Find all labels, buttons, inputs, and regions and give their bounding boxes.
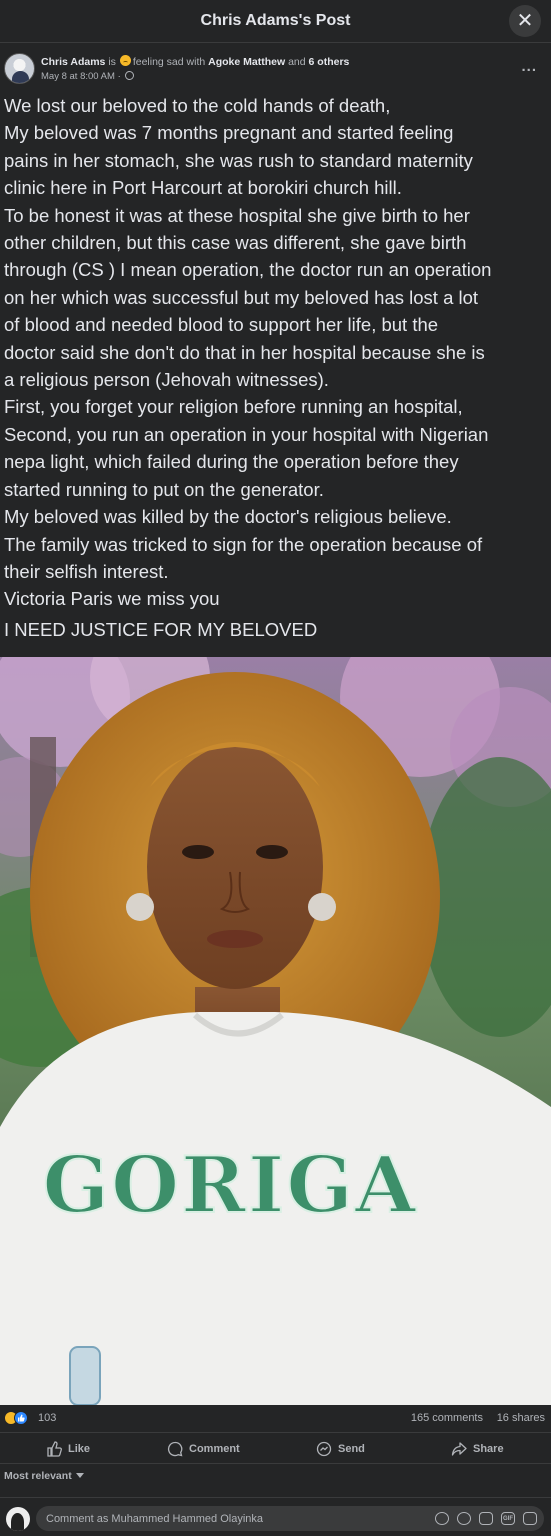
post-photo[interactable]: GORIGA bbox=[0, 657, 551, 1405]
post-date[interactable]: May 8 at 8:00 AM bbox=[41, 71, 115, 82]
post-header: Chris Adams is feeling sad with Agoke Ma… bbox=[0, 48, 551, 88]
post-text-line: To be honest it was at these hospital sh… bbox=[4, 204, 470, 226]
comment-label: Comment bbox=[189, 1443, 240, 1455]
post-text-line: Second, you run an operation in your hos… bbox=[4, 423, 489, 445]
tagged-others[interactable]: 6 others bbox=[309, 56, 350, 68]
post-text-line: their selfish interest. bbox=[4, 560, 169, 582]
post-text-line: on her which was successful but my belov… bbox=[4, 286, 479, 308]
post-stats: 103 165 comments 16 shares bbox=[0, 1407, 551, 1429]
post-dialog-header: Chris Adams's Post ✕ bbox=[0, 0, 551, 43]
author-name[interactable]: Chris Adams bbox=[41, 56, 105, 68]
like-button[interactable]: Like bbox=[46, 1433, 90, 1465]
send-label: Send bbox=[338, 1443, 365, 1455]
share-arrow-icon bbox=[451, 1442, 467, 1456]
gif-icon[interactable]: GIF bbox=[501, 1512, 515, 1525]
more-options-button[interactable]: ... bbox=[521, 58, 537, 75]
camera-icon[interactable] bbox=[479, 1512, 493, 1525]
post-meta: May 8 at 8:00 AM · bbox=[41, 71, 135, 82]
like-reaction-icon bbox=[14, 1411, 28, 1425]
globe-icon bbox=[125, 71, 135, 80]
current-user-avatar bbox=[6, 1507, 30, 1531]
composer-tools: GIF bbox=[435, 1512, 537, 1525]
close-icon: ✕ bbox=[516, 10, 534, 32]
sort-label: Most relevant bbox=[4, 1470, 72, 1482]
sticker-icon[interactable] bbox=[523, 1512, 537, 1525]
tagged-person[interactable]: Agoke Matthew bbox=[208, 56, 285, 68]
post-text-line: a religious person (Jehovah witnesses). bbox=[4, 369, 329, 391]
shares-count[interactable]: 16 shares bbox=[497, 1412, 545, 1424]
post-text-line: clinic here in Port Harcourt at borokiri… bbox=[4, 177, 402, 199]
reaction-icons[interactable] bbox=[4, 1411, 34, 1425]
post-text-line: pains in her stomach, she was rush to st… bbox=[4, 149, 473, 171]
post-text-line: We lost our beloved to the cold hands of… bbox=[4, 95, 391, 116]
post-body: We lost our beloved to the cold hands of… bbox=[4, 92, 549, 643]
share-label: Share bbox=[473, 1443, 504, 1455]
author-line: Chris Adams is feeling sad with Agoke Ma… bbox=[41, 55, 349, 68]
post-text-line: through (CS ) I mean operation, the doct… bbox=[4, 259, 492, 281]
send-button[interactable]: Send bbox=[316, 1433, 365, 1465]
post-text-line: of blood and needed blood to support her… bbox=[4, 314, 439, 336]
post-text-line: First, you forget your religion before r… bbox=[4, 396, 463, 418]
post-text-line: The family was tricked to sign for the o… bbox=[4, 533, 483, 555]
avatar-sticker-icon[interactable] bbox=[435, 1512, 449, 1525]
caret-down-icon bbox=[75, 1473, 84, 1478]
comments-count[interactable]: 165 comments bbox=[411, 1412, 483, 1424]
emoji-icon[interactable] bbox=[457, 1512, 471, 1525]
like-label: Like bbox=[68, 1443, 91, 1455]
reaction-count[interactable]: 103 bbox=[38, 1412, 56, 1424]
comment-composer: GIF bbox=[0, 1497, 551, 1536]
dialog-title: Chris Adams's Post bbox=[200, 12, 351, 29]
post-text-line: I NEED JUSTICE FOR MY BELOVED bbox=[4, 618, 318, 640]
feeling-label: feeling sad with bbox=[132, 56, 206, 68]
post-text-line: doctor said she don't do that in her hos… bbox=[4, 341, 485, 363]
comment-button[interactable]: Comment bbox=[167, 1433, 240, 1465]
post-actions: Like Comment Send Share bbox=[0, 1432, 551, 1464]
post-text-line: My beloved was killed by the doctor's re… bbox=[4, 506, 452, 528]
share-button[interactable]: Share bbox=[451, 1433, 504, 1465]
comment-bubble-icon bbox=[167, 1441, 183, 1457]
sad-emoji-icon bbox=[119, 55, 131, 66]
is-label: is bbox=[108, 56, 116, 68]
post-text-line: nepa light, which failed during the oper… bbox=[4, 451, 459, 473]
messenger-icon bbox=[316, 1441, 332, 1457]
and-label: and bbox=[288, 56, 306, 68]
portrait-illustration: GORIGA bbox=[0, 657, 551, 1405]
post-text-line: other children, but this case was differ… bbox=[4, 232, 467, 254]
post-text-line: Victoria Paris we miss you bbox=[4, 588, 220, 610]
thumbs-up-icon bbox=[47, 1441, 62, 1457]
post-text-line: started running to put on the generator. bbox=[4, 478, 324, 500]
post-text-line: My beloved was 7 months pregnant and sta… bbox=[4, 122, 454, 144]
comment-sort-dropdown[interactable]: Most relevant bbox=[4, 1470, 84, 1482]
shirt-print-text: GORIGA bbox=[43, 1140, 418, 1231]
author-avatar[interactable] bbox=[4, 53, 35, 84]
close-button[interactable]: ✕ bbox=[509, 5, 541, 37]
meta-separator: · bbox=[117, 71, 121, 82]
